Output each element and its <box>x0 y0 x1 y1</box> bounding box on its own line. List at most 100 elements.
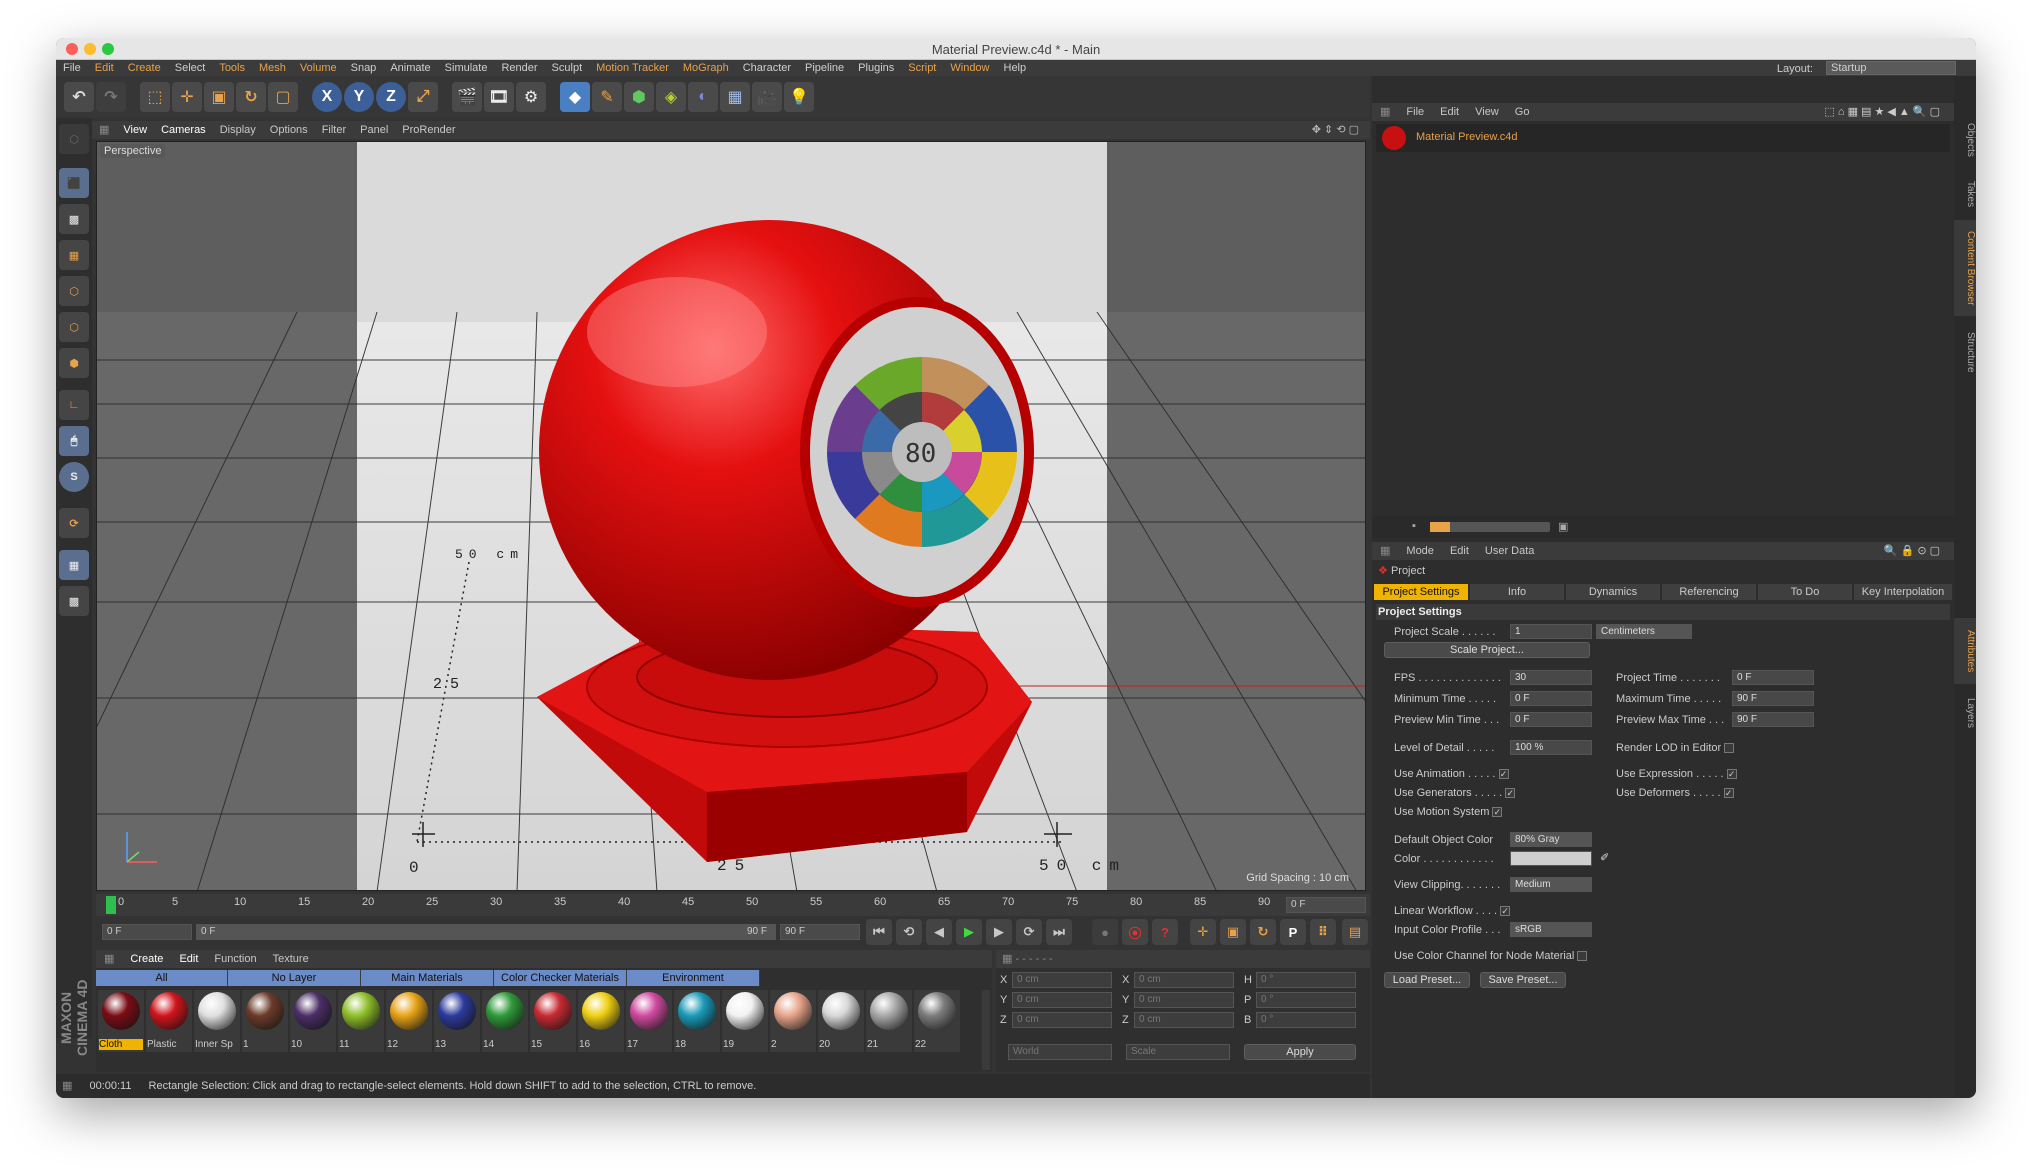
render-picture-viewer-icon[interactable]: 🎞 <box>484 82 514 112</box>
coordinate-field[interactable]: 0 cm <box>1134 992 1234 1008</box>
scale-unit-dropdown[interactable]: Centimeters <box>1596 624 1692 639</box>
coordinate-field[interactable]: 0 cm <box>1134 972 1234 988</box>
scale-key-icon[interactable]: ▣ <box>1220 919 1246 945</box>
record-icon[interactable]: ● <box>1092 919 1118 945</box>
material-swatch[interactable]: 10 <box>290 990 336 1052</box>
material-scrollbar[interactable] <box>982 990 990 1070</box>
material-swatch[interactable]: 20 <box>818 990 864 1052</box>
3d-viewport[interactable]: 0 25 50 cm 25 50 cm 80 Perspective Grid … <box>96 141 1366 891</box>
playhead[interactable] <box>106 896 116 914</box>
axis-mode-icon[interactable]: ∟ <box>59 390 89 420</box>
recent-tools-icon[interactable]: ▢ <box>268 82 298 112</box>
rectangle-selection-icon[interactable]: ⬚ <box>140 82 170 112</box>
viewport-menu-view[interactable]: View <box>116 121 154 139</box>
thumbnail-small-icon[interactable]: ▪ <box>1412 520 1416 532</box>
load-preset-button[interactable]: Load Preset... <box>1384 972 1470 988</box>
preview-min-time-field[interactable]: 0 F <box>1510 712 1592 727</box>
menu-sculpt[interactable]: Sculpt <box>545 60 590 76</box>
viewport-menu-panel[interactable]: Panel <box>353 121 395 139</box>
level-of-detail-field[interactable]: 100 % <box>1510 740 1592 755</box>
menu-create[interactable]: Create <box>121 60 168 76</box>
minimum-time-field[interactable]: 0 F <box>1510 691 1592 706</box>
use-generators-checkbox[interactable]: ✓ <box>1505 788 1516 799</box>
material-swatch[interactable]: 13 <box>434 990 480 1052</box>
menu-render[interactable]: Render <box>494 60 544 76</box>
render-settings-icon[interactable]: ⚙ <box>516 82 546 112</box>
fps-field[interactable]: 30 <box>1510 670 1592 685</box>
move-icon[interactable]: ✛ <box>172 82 202 112</box>
keyframe-selection-icon[interactable]: ? <box>1152 919 1178 945</box>
menu-volume[interactable]: Volume <box>293 60 344 76</box>
render-lod-checkbox[interactable] <box>1724 743 1735 754</box>
use-deformers-checkbox[interactable]: ✓ <box>1723 788 1734 799</box>
autokey-icon[interactable]: ⦿ <box>1122 919 1148 945</box>
material-swatch[interactable]: Inner Sp <box>194 990 240 1052</box>
linear-workflow-checkbox[interactable]: ✓ <box>1500 906 1511 917</box>
thumbnail-size-slider[interactable] <box>1430 522 1550 532</box>
attr-menu-user-data[interactable]: User Data <box>1477 542 1543 560</box>
scale-icon[interactable]: ▣ <box>204 82 234 112</box>
menu-file[interactable]: File <box>56 60 88 76</box>
menu-mograph[interactable]: MoGraph <box>676 60 736 76</box>
viewport-menu-options[interactable]: Options <box>263 121 315 139</box>
preview-max-time-field[interactable]: 90 F <box>1732 712 1814 727</box>
preview-range-slider[interactable]: 0 F 90 F <box>196 924 776 940</box>
apply-button[interactable]: Apply <box>1244 1044 1356 1060</box>
side-tab-takes[interactable]: Takes <box>1954 172 1976 216</box>
coordinate-field[interactable]: 0 ° <box>1256 972 1356 988</box>
menu-tools[interactable]: Tools <box>212 60 252 76</box>
tab-to-do[interactable]: To Do <box>1758 584 1852 600</box>
side-tab-content-browser[interactable]: Content Browser <box>1954 220 1976 316</box>
scale-project-button[interactable]: Scale Project... <box>1384 642 1590 658</box>
material-swatch[interactable]: 2 <box>770 990 816 1052</box>
coordinate-field[interactable]: 0 ° <box>1256 1012 1356 1028</box>
parameter-key-icon[interactable]: P <box>1280 919 1306 945</box>
material-swatch[interactable]: 15 <box>530 990 576 1052</box>
make-editable-icon[interactable]: ⬡ <box>59 124 89 154</box>
next-key-icon[interactable]: ⟳ <box>1016 919 1042 945</box>
menu-help[interactable]: Help <box>997 60 1034 76</box>
material-swatch[interactable]: 21 <box>866 990 912 1052</box>
attr-menu-edit[interactable]: Edit <box>1442 542 1477 560</box>
material-swatch[interactable]: 11 <box>338 990 384 1052</box>
menu-snap[interactable]: Snap <box>344 60 384 76</box>
snap-icon[interactable]: S <box>59 462 89 492</box>
layout-dropdown[interactable]: Startup <box>1826 61 1956 75</box>
eyedropper-icon[interactable]: ✐ <box>1600 851 1609 864</box>
pen-icon[interactable]: ✎ <box>592 82 622 112</box>
tab-referencing[interactable]: Referencing <box>1662 584 1756 600</box>
material-swatch[interactable]: 22 <box>914 990 960 1052</box>
use-motion-system-checkbox[interactable]: ✓ <box>1492 807 1503 818</box>
material-menu-create[interactable]: Create <box>122 950 171 968</box>
attributes-tools-icon[interactable]: 🔍 🔒 ⊙ ▢ <box>1876 542 1948 560</box>
input-color-profile-dropdown[interactable]: sRGB <box>1510 922 1592 937</box>
menu-edit[interactable]: Edit <box>88 60 121 76</box>
position-key-icon[interactable]: ✛ <box>1190 919 1216 945</box>
material-tab-all[interactable]: All <box>96 970 228 986</box>
previous-frame-icon[interactable]: ◀ <box>926 919 952 945</box>
coordinate-field[interactable]: 0 cm <box>1134 1012 1234 1028</box>
start-frame-field[interactable]: 0 F <box>102 924 192 940</box>
default-object-color-dropdown[interactable]: 80% Gray <box>1510 832 1592 847</box>
material-menu-edit[interactable]: Edit <box>171 950 206 968</box>
tweak-mode-icon[interactable]: 🖱 <box>59 426 89 456</box>
material-swatch[interactable]: 1 <box>242 990 288 1052</box>
point-level-icon[interactable]: ⠿ <box>1310 919 1336 945</box>
workplane-mode-icon[interactable]: ▦ <box>59 240 89 270</box>
project-time-field[interactable]: 0 F <box>1732 670 1814 685</box>
material-swatch[interactable]: 18 <box>674 990 720 1052</box>
material-swatch[interactable]: 17 <box>626 990 672 1052</box>
view-clipping-dropdown[interactable]: Medium <box>1510 877 1592 892</box>
tab-info[interactable]: Info <box>1470 584 1564 600</box>
material-tab-main-materials[interactable]: Main Materials <box>361 970 494 986</box>
material-tab-environment[interactable]: Environment <box>627 970 760 986</box>
timeline-ruler[interactable]: 0 5 10 15 20 25 30 35 40 45 50 55 60 65 … <box>96 894 1370 916</box>
material-swatch[interactable]: 14 <box>482 990 528 1052</box>
cb-menu-edit[interactable]: Edit <box>1432 103 1467 121</box>
edges-mode-icon[interactable]: ⬡ <box>59 312 89 342</box>
end-frame-field[interactable]: 90 F <box>780 924 860 940</box>
next-frame-icon[interactable]: ▶ <box>986 919 1012 945</box>
use-animation-checkbox[interactable]: ✓ <box>1498 769 1509 780</box>
subdivision-icon[interactable]: ⬢ <box>624 82 654 112</box>
material-swatch[interactable]: 19 <box>722 990 768 1052</box>
